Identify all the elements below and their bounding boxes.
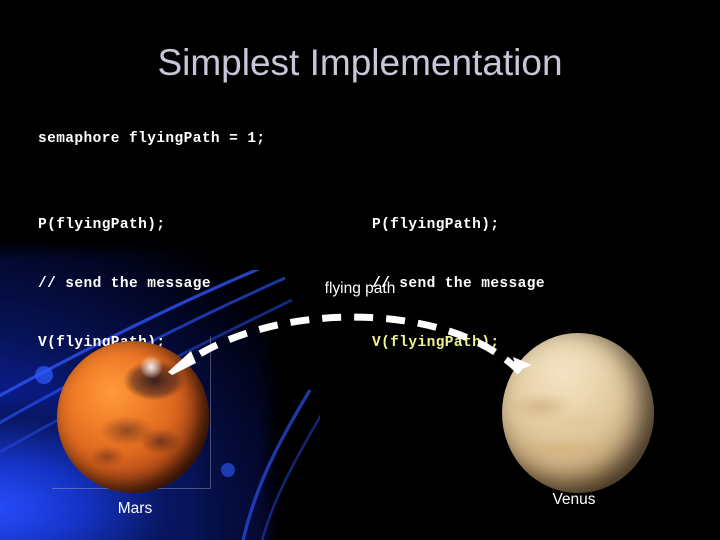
planet-label-mars: Mars xyxy=(117,500,153,517)
code-line-p-left: P(flyingPath); xyxy=(38,217,166,233)
code-line-v-right: V(flyingPath); xyxy=(372,335,500,351)
planet-mars-image xyxy=(57,341,209,493)
page-title: Simplest Implementation xyxy=(157,42,563,83)
code-declaration: semaphore flyingPath = 1; xyxy=(38,131,266,147)
slide-canvas: Simplest Implementation semaphore flying… xyxy=(0,0,720,540)
planet-venus-image xyxy=(502,333,654,493)
planet-label-venus: Venus xyxy=(552,491,596,508)
flying-path-label: flying path xyxy=(324,280,396,297)
code-line-p-right: P(flyingPath); xyxy=(372,217,500,233)
